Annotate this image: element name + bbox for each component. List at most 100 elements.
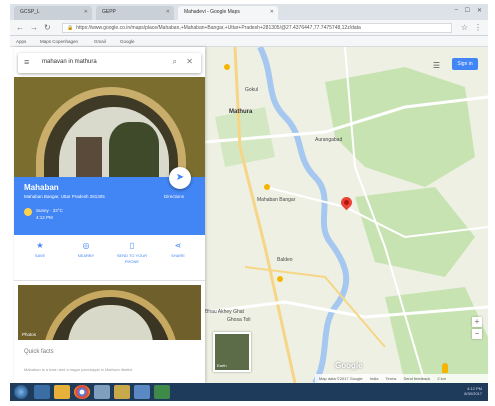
screen: GCSP_L ✕ GEPP ✕ Mahadevi - Google Maps ✕… (0, 0, 495, 406)
minimize-icon[interactable]: – (455, 7, 458, 13)
lock-icon: 🔒 (67, 25, 74, 31)
close-icon[interactable]: ✕ (186, 57, 193, 66)
search-input[interactable]: mahavan in mathura (42, 59, 97, 65)
map-label-gokul: Gokul (245, 87, 259, 93)
share-label: SHARE (171, 253, 185, 258)
map-label-bhau: Bhau Akhey Ghat (205, 309, 244, 315)
taskbar-app-icon[interactable] (94, 385, 110, 399)
tab-google-maps[interactable]: Mahadevi - Google Maps ✕ (178, 6, 278, 20)
place-name: Mahaban (24, 183, 59, 192)
close-tab-icon[interactable]: ✕ (84, 9, 88, 15)
directions-button[interactable]: ➤ (169, 167, 191, 189)
bookmark-apps[interactable]: Apps (16, 39, 26, 44)
map-label-mahaban: Mahaban Bangar (257, 197, 296, 203)
back-icon[interactable]: ← (16, 23, 24, 32)
taskbar: 4:12 PM 6/30/2017 (10, 383, 488, 401)
place-panel: ≡ mahavan in mathura ⌕ ✕ Mahaban Mahaban… (14, 47, 205, 383)
photos-thumbnail[interactable]: Photos (18, 285, 201, 340)
close-tab-icon[interactable]: ✕ (166, 9, 170, 15)
map-label-mathura: Mathura (229, 109, 253, 115)
save-label: SAVE (34, 253, 46, 258)
place-hero-photo[interactable] (14, 77, 205, 177)
directions-label[interactable]: Directions (164, 194, 184, 199)
map-attribution: Map data ©2017 Google India Terms Send f… (315, 374, 488, 383)
local-time: 4:12 PM (36, 215, 53, 220)
earth-view-toggle[interactable]: Earth (213, 332, 251, 372)
directions-icon: ➤ (175, 172, 185, 183)
star-icon[interactable]: ☆ (461, 23, 468, 32)
start-button[interactable] (14, 385, 28, 399)
map-label-ghosa: Ghosa Toli (227, 317, 251, 323)
attribution-text: India (369, 376, 379, 381)
send-feedback-link[interactable]: Send feedback (404, 376, 431, 381)
address-bar-row: ← → ↻ 🔒 https://www.google.co.in/maps/pla… (10, 20, 488, 36)
taskbar-folder-icon[interactable] (54, 385, 70, 399)
share-icon: ⋖ (174, 241, 182, 250)
bookmark-gmail[interactable]: Gmail (94, 39, 106, 44)
send-to-phone-label: SEND TO YOUR PHONE (116, 253, 148, 264)
bookmark-icon: ★ (36, 241, 44, 250)
apps-grid-icon[interactable]: ☰ (433, 61, 440, 70)
taskbar-app-icon[interactable] (154, 385, 170, 399)
tab-bar: GCSP_L ✕ GEPP ✕ Mahadevi - Google Maps ✕… (10, 4, 488, 20)
phone-icon: ▯ (129, 241, 135, 250)
taskbar-ie-icon[interactable] (34, 385, 50, 399)
bookmark-google[interactable]: Google (120, 39, 135, 44)
nearby-icon: ◎ (82, 241, 90, 250)
map-label-baldeo: Baldeo (277, 257, 293, 263)
scale-label: 2 km (437, 376, 447, 381)
close-tab-icon[interactable]: ✕ (270, 9, 274, 15)
place-address: Mahaban Bangar, Uttar Pradesh 281305 (24, 194, 105, 199)
map-label-aurangabad: Aurangabad (315, 137, 343, 143)
weather-text: Sunny · 33°C (36, 208, 63, 213)
sign-in-button[interactable]: Sign in (452, 58, 478, 70)
poi-icon[interactable] (224, 64, 230, 70)
terms-link[interactable]: Terms (386, 376, 397, 381)
photo-tower (76, 137, 102, 177)
nearby-label: NEARBY (77, 253, 95, 258)
zoom-out-button[interactable]: − (472, 329, 482, 339)
bookmarks-bar: Apps Maps Copenhagen Gmail Google (10, 36, 488, 47)
photos-label: Photos (22, 332, 37, 337)
map-canvas[interactable]: Mathura Gokul Mahaban Bangar Aurangabad … (205, 47, 488, 383)
close-window-icon[interactable]: ✕ (477, 7, 482, 14)
maximize-icon[interactable]: ☐ (465, 7, 470, 14)
poi-icon[interactable] (264, 184, 270, 190)
action-row: ★ SAVE ◎ NEARBY ▯ SEND TO YOUR PHONE ⋖ S… (14, 241, 205, 281)
send-to-phone-button[interactable]: ▯ SEND TO YOUR PHONE (112, 241, 152, 265)
save-button[interactable]: ★ SAVE (20, 241, 60, 259)
tab-gepp[interactable]: GEPP ✕ (96, 6, 174, 20)
zoom-in-button[interactable]: + (472, 317, 482, 327)
google-logo: Google (335, 361, 363, 370)
chrome-menu-icon[interactable]: ⋮ (474, 23, 482, 32)
forward-icon[interactable]: → (30, 23, 38, 32)
clock-date: 6/30/2017 (464, 391, 482, 396)
nearby-button[interactable]: ◎ NEARBY (66, 241, 106, 259)
sun-icon (24, 208, 32, 216)
poi-icon[interactable] (277, 276, 283, 282)
tab-label: Mahadevi - Google Maps (184, 9, 240, 15)
place-header: Mahaban Mahaban Bangar, Uttar Pradesh 28… (14, 167, 205, 235)
tab-gcsp[interactable]: GCSP_L ✕ (14, 6, 92, 20)
tab-label: GEPP (102, 9, 116, 15)
system-tray-clock[interactable]: 4:12 PM 6/30/2017 (464, 386, 482, 396)
photo-tree (109, 122, 159, 177)
earth-label: Earth (217, 363, 227, 368)
reload-icon[interactable]: ↻ (44, 23, 51, 32)
attribution-text: Map data ©2017 Google (319, 376, 363, 381)
search-icon[interactable]: ⌕ (173, 57, 177, 67)
search-box[interactable]: ≡ mahavan in mathura ⌕ ✕ (18, 53, 201, 73)
url-text: https://www.google.co.in/maps/place/Maha… (76, 25, 361, 31)
quick-facts-text: Mahaban is a town and a nagar panchayat … (24, 367, 133, 372)
hamburger-menu-icon[interactable]: ≡ (24, 57, 29, 67)
taskbar-chrome-icon[interactable] (74, 385, 90, 399)
green-area (355, 187, 475, 277)
taskbar-app-icon[interactable] (134, 385, 150, 399)
bookmark-maps[interactable]: Maps Copenhagen (40, 39, 78, 44)
share-button[interactable]: ⋖ SHARE (158, 241, 198, 259)
url-input[interactable]: 🔒 https://www.google.co.in/maps/place/Mah… (62, 23, 452, 33)
taskbar-app-icon[interactable] (114, 385, 130, 399)
pegman-icon[interactable] (442, 363, 448, 373)
quick-facts-heading: Quick facts (24, 349, 54, 355)
tab-label: GCSP_L (20, 9, 40, 15)
